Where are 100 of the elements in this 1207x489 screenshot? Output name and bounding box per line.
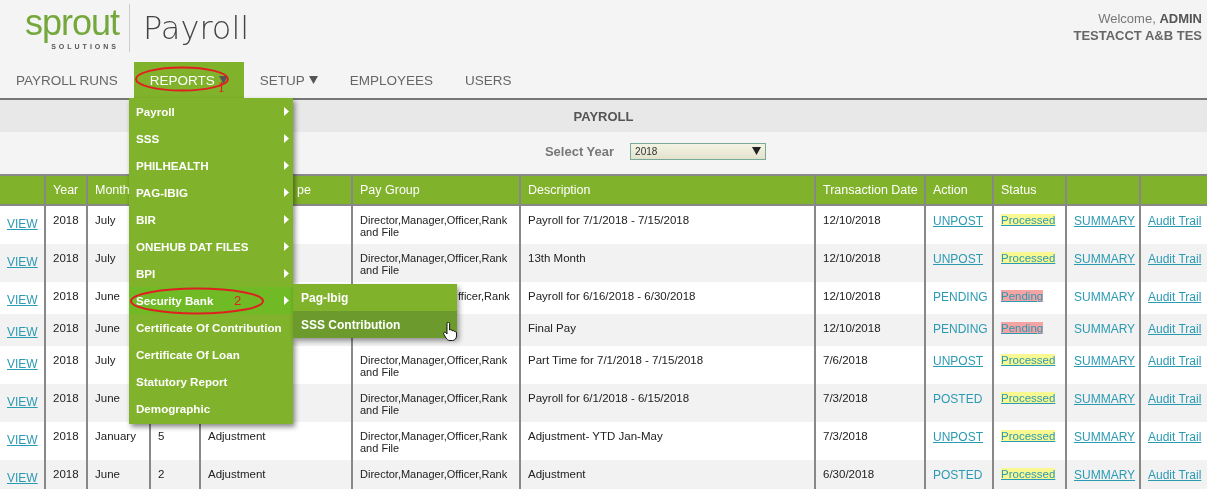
submenu-arrow-icon xyxy=(284,242,289,251)
pay-group-cell-text: Director,Manager,Officer,Rank and File xyxy=(360,392,509,416)
table-cell-text: 5 xyxy=(158,430,166,442)
column-header: pe xyxy=(297,183,311,197)
table-cell: 2018 xyxy=(53,290,79,302)
pay-group-cell-text: fficer,Rank xyxy=(457,290,511,302)
action-link[interactable]: UNPOST xyxy=(933,214,983,228)
view-link[interactable]: VIEW xyxy=(7,217,38,231)
menu-item[interactable]: BIR xyxy=(129,206,293,233)
submenu-item[interactable]: SSS Contribution xyxy=(293,311,457,338)
company-name: TESTACCT A&B TES xyxy=(1073,28,1202,43)
menu-item[interactable]: Certificate Of Contribution xyxy=(129,314,293,341)
date-cell-text: 12/10/2018 xyxy=(823,252,882,264)
audit-trail-link[interactable]: Audit Trail xyxy=(1148,354,1202,368)
table-cell-text: June xyxy=(95,468,121,480)
status-badge[interactable]: Processed xyxy=(1001,252,1056,264)
column-header: Description xyxy=(528,183,591,197)
nav-tab[interactable]: USERS xyxy=(449,62,528,98)
nav-tab[interactable]: EMPLOYEES xyxy=(333,62,450,98)
audit-trail-link[interactable]: Audit Trail xyxy=(1148,214,1202,228)
pay-group-cell-text: Director,Manager,Officer,Rank and File xyxy=(360,430,509,454)
description-cell-text: Payroll for 6/16/2018 - 6/30/2018 xyxy=(528,290,697,302)
description-cell-text: Adjustment- YTD Jan-May xyxy=(528,430,664,442)
submenu-arrow-icon xyxy=(284,107,289,116)
audit-trail-link[interactable]: Audit Trail xyxy=(1148,392,1202,406)
table-cell: 2018 xyxy=(53,468,79,480)
pay-group-cell-text: Director,Manager,Officer,Rank and File xyxy=(360,214,509,238)
submenu-arrow-icon xyxy=(284,296,289,305)
table-cell-text: January xyxy=(95,430,137,442)
date-cell-text: 6/30/2018 xyxy=(823,468,876,480)
menu-item[interactable]: BPI xyxy=(129,260,293,287)
status-badge[interactable]: Processed xyxy=(1001,214,1056,226)
summary-link[interactable]: SUMMARY xyxy=(1074,392,1136,406)
date-cell-text: 12/10/2018 xyxy=(823,322,882,334)
view-link[interactable]: VIEW xyxy=(7,293,38,307)
nav-tab[interactable]: SETUP xyxy=(243,62,334,98)
view-link[interactable]: VIEW xyxy=(7,395,38,409)
status-badge[interactable]: Processed xyxy=(1001,468,1056,480)
summary-link[interactable]: SUMMARY xyxy=(1074,214,1136,228)
description-cell-text: Part Time for 7/1/2018 - 7/15/2018 xyxy=(528,354,705,366)
view-link[interactable]: VIEW xyxy=(7,325,38,339)
audit-trail-link[interactable]: Audit Trail xyxy=(1148,322,1202,336)
view-link[interactable]: VIEW xyxy=(7,471,38,485)
view-link[interactable]: VIEW xyxy=(7,357,38,371)
description-cell-text: Payroll for 6/1/2018 - 6/15/2018 xyxy=(528,392,691,404)
filter-label: Select Year xyxy=(544,143,615,159)
status-badge[interactable]: Processed xyxy=(1001,392,1056,404)
welcome-text: Welcome, ADMIN xyxy=(1097,11,1202,26)
table-cell: 2018 xyxy=(53,392,79,404)
summary-link[interactable]: SUMMARY xyxy=(1074,430,1136,444)
caret-icon xyxy=(308,76,318,84)
summary-link[interactable]: SUMMARY xyxy=(1074,468,1136,482)
menu-item[interactable]: Payroll xyxy=(129,98,293,125)
status-badge[interactable]: Processed xyxy=(1001,430,1056,442)
description-cell-text: Adjustment xyxy=(528,468,587,480)
submenu-arrow-icon xyxy=(284,269,289,278)
table-cell: 2018 xyxy=(53,354,79,366)
date-cell-text: 12/10/2018 xyxy=(823,290,882,302)
description-cell-text: Payroll for 7/1/2018 - 7/15/2018 xyxy=(528,214,691,226)
view-link[interactable]: VIEW xyxy=(7,255,38,269)
description-cell-text: Final Pay xyxy=(528,322,577,334)
date-cell-text: 7/3/2018 xyxy=(823,392,869,404)
menu-item[interactable]: PHILHEALTH xyxy=(129,152,293,179)
status-badge[interactable]: Processed xyxy=(1001,354,1056,366)
status-badge[interactable]: Pending xyxy=(1001,290,1044,302)
audit-trail-link[interactable]: Audit Trail xyxy=(1148,252,1202,266)
menu-item[interactable]: PAG-IBIG xyxy=(129,179,293,206)
action-text: PENDING xyxy=(933,290,988,304)
column-header: Month xyxy=(95,183,130,197)
table-cell: 2018 xyxy=(53,214,79,226)
action-text: POSTED xyxy=(933,468,983,482)
menu-item[interactable]: ONEHUB DAT FILES xyxy=(129,233,293,260)
audit-trail-link[interactable]: Audit Trail xyxy=(1148,290,1202,304)
date-cell-text: 7/6/2018 xyxy=(823,354,869,366)
menu-item[interactable]: Certificate Of Loan xyxy=(129,341,293,368)
caret-icon xyxy=(218,76,228,84)
action-link[interactable]: UNPOST xyxy=(933,430,983,444)
action-text: PENDING xyxy=(933,322,988,336)
year-select[interactable]: 2018 xyxy=(630,142,767,160)
menu-item[interactable]: Statutory Report xyxy=(129,368,293,395)
audit-trail-link[interactable]: Audit Trail xyxy=(1148,430,1202,444)
action-link[interactable]: UNPOST xyxy=(933,252,983,266)
table-cell-text: Adjustment xyxy=(208,468,267,480)
summary-link[interactable]: SUMMARY xyxy=(1074,354,1136,368)
column-header: Transaction Date xyxy=(823,183,918,197)
action-link[interactable]: UNPOST xyxy=(933,354,983,368)
pay-group-cell-text: Director,Manager,Officer,Rank xyxy=(360,468,509,480)
status-badge[interactable]: Pending xyxy=(1001,322,1044,334)
summary-link[interactable]: SUMMARY xyxy=(1074,252,1136,266)
submenu-item[interactable]: Pag-Ibig xyxy=(293,284,457,311)
column-header: Year xyxy=(53,183,79,197)
menu-item[interactable]: SSS xyxy=(129,125,293,152)
logo-word: sprout xyxy=(24,4,119,42)
audit-trail-link[interactable]: Audit Trail xyxy=(1148,468,1202,482)
menu-item[interactable]: Demographic xyxy=(129,395,293,422)
submenu-arrow-icon xyxy=(284,134,289,143)
table-cell: 2018 xyxy=(53,430,79,442)
nav-tab[interactable]: PAYROLL RUNS xyxy=(0,62,134,98)
column-header: Status xyxy=(1001,183,1037,197)
view-link[interactable]: VIEW xyxy=(7,433,38,447)
